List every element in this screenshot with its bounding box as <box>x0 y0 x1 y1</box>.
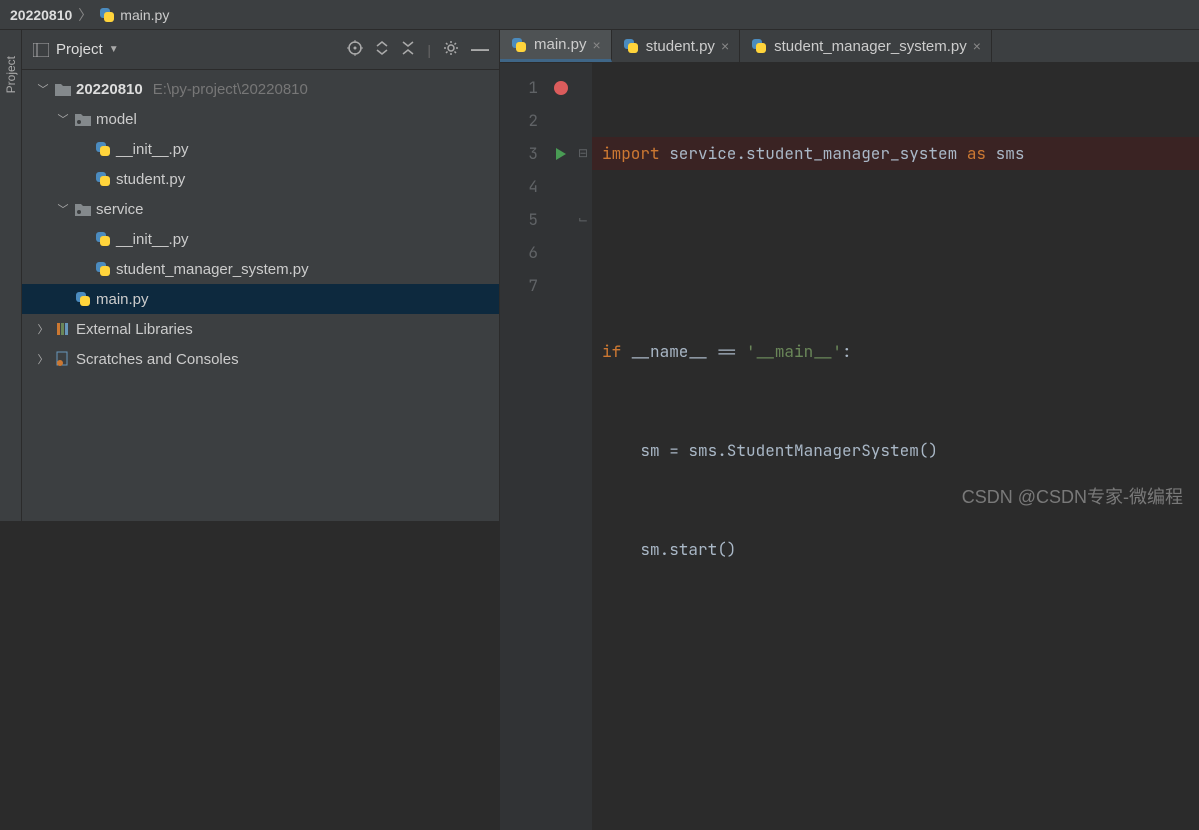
fold-end-icon: ⌙ <box>574 203 592 236</box>
project-tree[interactable]: ﹀ 20220810 E:\py-project\20220810 ﹀ mode… <box>22 70 499 521</box>
fold-open-icon[interactable]: ⊟ <box>574 137 592 170</box>
breadcrumb-separator: 〉 <box>78 5 92 25</box>
tree-file-init-service[interactable]: __init__.py <box>22 224 499 254</box>
tree-file-student[interactable]: student.py <box>22 164 499 194</box>
tree-external-libraries[interactable]: 〉 External Libraries <box>22 314 499 344</box>
python-file-icon <box>94 260 112 278</box>
fold-gutter: ⊟ ⌙ <box>574 63 592 830</box>
expand-all-icon[interactable] <box>375 41 389 58</box>
tab-main[interactable]: main.py × <box>500 30 612 62</box>
run-gutter-icon[interactable] <box>556 148 566 160</box>
gear-icon[interactable] <box>443 40 459 59</box>
project-tool-tab[interactable]: Project <box>4 50 18 99</box>
chevron-down-icon[interactable]: ﹀ <box>56 201 70 217</box>
python-file-icon <box>750 37 768 55</box>
tab-student[interactable]: student.py × <box>612 30 740 62</box>
code-content[interactable]: import service.student_manager_system as… <box>592 63 1199 830</box>
tree-scratches[interactable]: 〉 Scratches and Consoles <box>22 344 499 374</box>
scratches-icon <box>54 350 72 368</box>
divider: | <box>427 42 431 58</box>
libraries-icon <box>54 320 72 338</box>
project-tool-title: Project <box>56 41 103 58</box>
project-view-dropdown-icon[interactable]: ▼ <box>109 44 119 55</box>
editor-area: main.py × student.py × student_manager_s… <box>500 30 1199 521</box>
tree-folder-model[interactable]: ﹀ model <box>22 104 499 134</box>
folder-icon <box>54 80 72 98</box>
editor-tabs: main.py × student.py × student_manager_s… <box>500 30 1199 63</box>
tab-label: student_manager_system.py <box>774 38 967 55</box>
breadcrumb-file[interactable]: main.py <box>98 6 169 24</box>
python-file-icon <box>94 140 112 158</box>
tree-file-main[interactable]: main.py <box>22 284 499 314</box>
close-icon[interactable]: × <box>973 38 981 54</box>
collapse-all-icon[interactable] <box>401 41 415 58</box>
close-icon[interactable]: × <box>721 38 729 54</box>
breadcrumb: 20220810 〉 main.py <box>0 0 1199 30</box>
code-editor[interactable]: 1 2 3 4 5 6 7 ⊟ ⌙ impor <box>500 63 1199 830</box>
tree-folder-service[interactable]: ﹀ service <box>22 194 499 224</box>
chevron-right-icon[interactable]: 〉 <box>36 351 50 367</box>
line-number-gutter: 1 2 3 4 5 6 7 <box>500 63 548 830</box>
project-tool-window: Project ▼ | — <box>22 30 500 521</box>
locate-icon[interactable] <box>347 40 363 59</box>
breadcrumb-root[interactable]: 20220810 <box>10 7 72 23</box>
tree-file-sms[interactable]: student_manager_system.py <box>22 254 499 284</box>
python-file-icon <box>510 36 528 54</box>
package-folder-icon <box>74 110 92 128</box>
gutter-icons <box>548 63 574 830</box>
tab-sms[interactable]: student_manager_system.py × <box>740 30 992 62</box>
tab-label: student.py <box>646 38 715 55</box>
chevron-right-icon[interactable]: 〉 <box>36 321 50 337</box>
watermark: CSDN @CSDN专家-微编程 <box>962 483 1183 509</box>
python-file-icon <box>98 6 116 24</box>
chevron-down-icon[interactable]: ﹀ <box>36 81 50 97</box>
python-file-icon <box>74 290 92 308</box>
chevron-down-icon[interactable]: ﹀ <box>56 111 70 127</box>
python-file-icon <box>622 37 640 55</box>
tab-label: main.py <box>534 36 587 53</box>
python-file-icon <box>94 170 112 188</box>
project-tool-header: Project ▼ | — <box>22 30 499 70</box>
breakpoint-icon[interactable] <box>554 81 568 95</box>
package-folder-icon <box>74 200 92 218</box>
tree-file-init-model[interactable]: __init__.py <box>22 134 499 164</box>
hide-icon[interactable]: — <box>471 39 489 60</box>
close-icon[interactable]: × <box>593 37 601 53</box>
project-view-icon <box>32 41 50 59</box>
python-file-icon <box>94 230 112 248</box>
tool-window-rail: Project <box>0 30 22 521</box>
tree-root[interactable]: ﹀ 20220810 E:\py-project\20220810 <box>22 74 499 104</box>
